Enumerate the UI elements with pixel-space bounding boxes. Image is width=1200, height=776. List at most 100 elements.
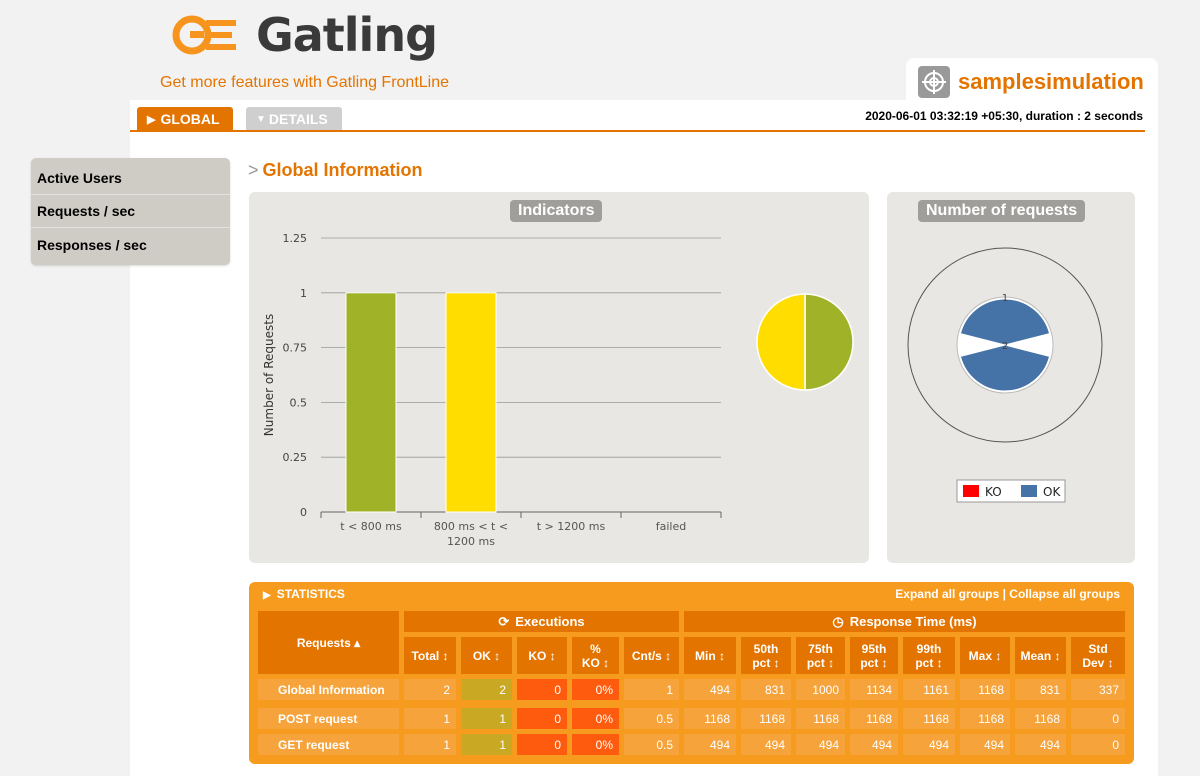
stat-cell: 494 [741,734,791,755]
stat-cell: 0% [572,708,619,729]
bar [445,292,497,513]
stat-cell: 1168 [796,708,845,729]
gatling-logo[interactable]: Gatling [172,8,438,62]
stat-cell: 494 [796,734,845,755]
legend-swatch [1021,485,1037,497]
column-header[interactable]: 95th pct ↕ [850,637,898,674]
statistics-toggle[interactable]: ▶ STATISTICS [263,587,345,601]
column-header[interactable]: Std Dev ↕ [1071,637,1125,674]
column-header-label: % KO ↕ [581,641,610,670]
column-header-label: 95th pct ↕ [860,641,888,670]
column-header[interactable]: % KO ↕ [572,637,619,674]
y-tick-label: 1 [300,287,307,300]
column-header-label: Min ↕ [695,648,725,663]
requests-column-header[interactable]: Requests ▴ [258,611,399,674]
stat-cell: 1 [404,734,456,755]
stat-cell: 1000 [796,679,845,700]
tab-underline [130,130,1145,132]
stat-cell: 337 [1071,679,1125,700]
x-tick-label: t > 1200 ms [537,520,606,533]
bar [345,292,397,513]
triangle-right-icon: ▶ [263,590,271,601]
column-header-label: KO ↕ [528,648,556,663]
tab-label: GLOBAL [160,111,220,127]
stat-cell: 1168 [960,708,1010,729]
column-header[interactable]: 50th pct ↕ [741,637,791,674]
pie-slice [804,293,854,391]
stat-cell: 0% [572,679,619,700]
executions-label: Executions [515,614,585,629]
triangle-right-icon: ▶ [147,113,156,126]
row-name[interactable]: POST request [258,708,399,729]
y-tick-label: 0 [300,506,307,519]
stat-cell: 494 [903,734,955,755]
brand-name: Gatling [256,8,438,62]
column-header[interactable]: Mean ↕ [1015,637,1066,674]
stat-cell: 1134 [850,679,898,700]
stat-cell: 0.5 [624,708,679,729]
row-name[interactable]: GET request [258,734,399,755]
statistics-label: STATISTICS [276,587,345,601]
stat-cell: 2 [404,679,456,700]
side-menu-item-responses-per-sec[interactable]: Responses / sec [31,228,230,261]
legend-label: OK [1043,485,1061,499]
y-axis-label: Number of Requests [262,314,276,436]
column-header[interactable]: 75th pct ↕ [796,637,845,674]
response-time-label: Response Time (ms) [849,614,977,629]
stat-cell: 1168 [960,679,1010,700]
column-header-label: OK ↕ [472,648,501,663]
column-header-label: Cnt/s ↕ [631,648,672,663]
stat-cell: 0 [517,708,567,729]
tab-global[interactable]: ▶ GLOBAL [137,107,233,131]
simulation-name: samplesimulation [958,69,1144,94]
triangle-down-icon: ▼ [256,113,266,125]
section-title: > Global Information [248,160,423,181]
tab-details[interactable]: ▼ DETAILS [246,107,342,131]
stat-cell: 831 [1015,679,1066,700]
row-name: Global Information [258,679,399,700]
stat-cell: 494 [850,734,898,755]
outer-label: 1 [1002,293,1008,304]
column-header[interactable]: Total ↕ [404,637,456,674]
y-tick-label: 0.25 [283,451,308,464]
x-tick-label: failed [656,520,686,533]
stat-cell: 1 [461,734,512,755]
stat-cell: 0.5 [624,734,679,755]
statistics-panel: ▶ STATISTICS Expand all groups | Collapse… [249,582,1134,764]
column-header[interactable]: 99th pct ↕ [903,637,955,674]
stat-cell: 1168 [903,708,955,729]
chevron-right-icon: > [248,160,259,180]
legend-swatch [963,485,979,497]
stat-cell: 0 [517,679,567,700]
stat-cell: 494 [684,679,736,700]
stat-cell: 1168 [850,708,898,729]
column-header-label: 50th pct ↕ [752,641,780,670]
stat-cell: 0 [1071,734,1125,755]
column-header-label: Max ↕ [968,648,1002,663]
column-header[interactable]: Min ↕ [684,637,736,674]
run-info: 2020-06-01 03:32:19 +05:30, duration : 2… [865,109,1143,123]
column-header[interactable]: KO ↕ [517,637,567,674]
executions-group-header: ⟳ Executions [404,611,679,632]
column-header-label: Total ↕ [411,648,449,663]
x-tick-label: 800 ms < t < [434,520,508,533]
indicators-panel: Indicators 0 0.25 0.5 0.75 1 1.25 Number of Re… [249,192,869,563]
stat-cell: 1168 [684,708,736,729]
simulation-header: samplesimulation [906,58,1158,106]
pie-slice [756,293,806,391]
tab-label: DETAILS [268,111,328,127]
column-header[interactable]: Max ↕ [960,637,1010,674]
x-tick-label: t < 800 ms [340,520,402,533]
gatling-logo-icon [172,15,236,55]
column-header[interactable]: OK ↕ [461,637,512,674]
stat-cell: 0% [572,734,619,755]
x-tick-label: 1200 ms [447,535,495,548]
expand-collapse-links[interactable]: Expand all groups | Collapse all groups [895,587,1120,601]
side-menu-item-active-users[interactable]: Active Users [31,162,230,195]
section-title-text: Global Information [262,160,423,180]
frontline-link[interactable]: Get more features with Gatling FrontLine [160,74,449,92]
stat-cell: 2 [461,679,512,700]
side-menu-item-requests-per-sec[interactable]: Requests / sec [31,195,230,228]
requests-panel: Number of requests 1 2 KO OK [887,192,1135,563]
column-header[interactable]: Cnt/s ↕ [624,637,679,674]
